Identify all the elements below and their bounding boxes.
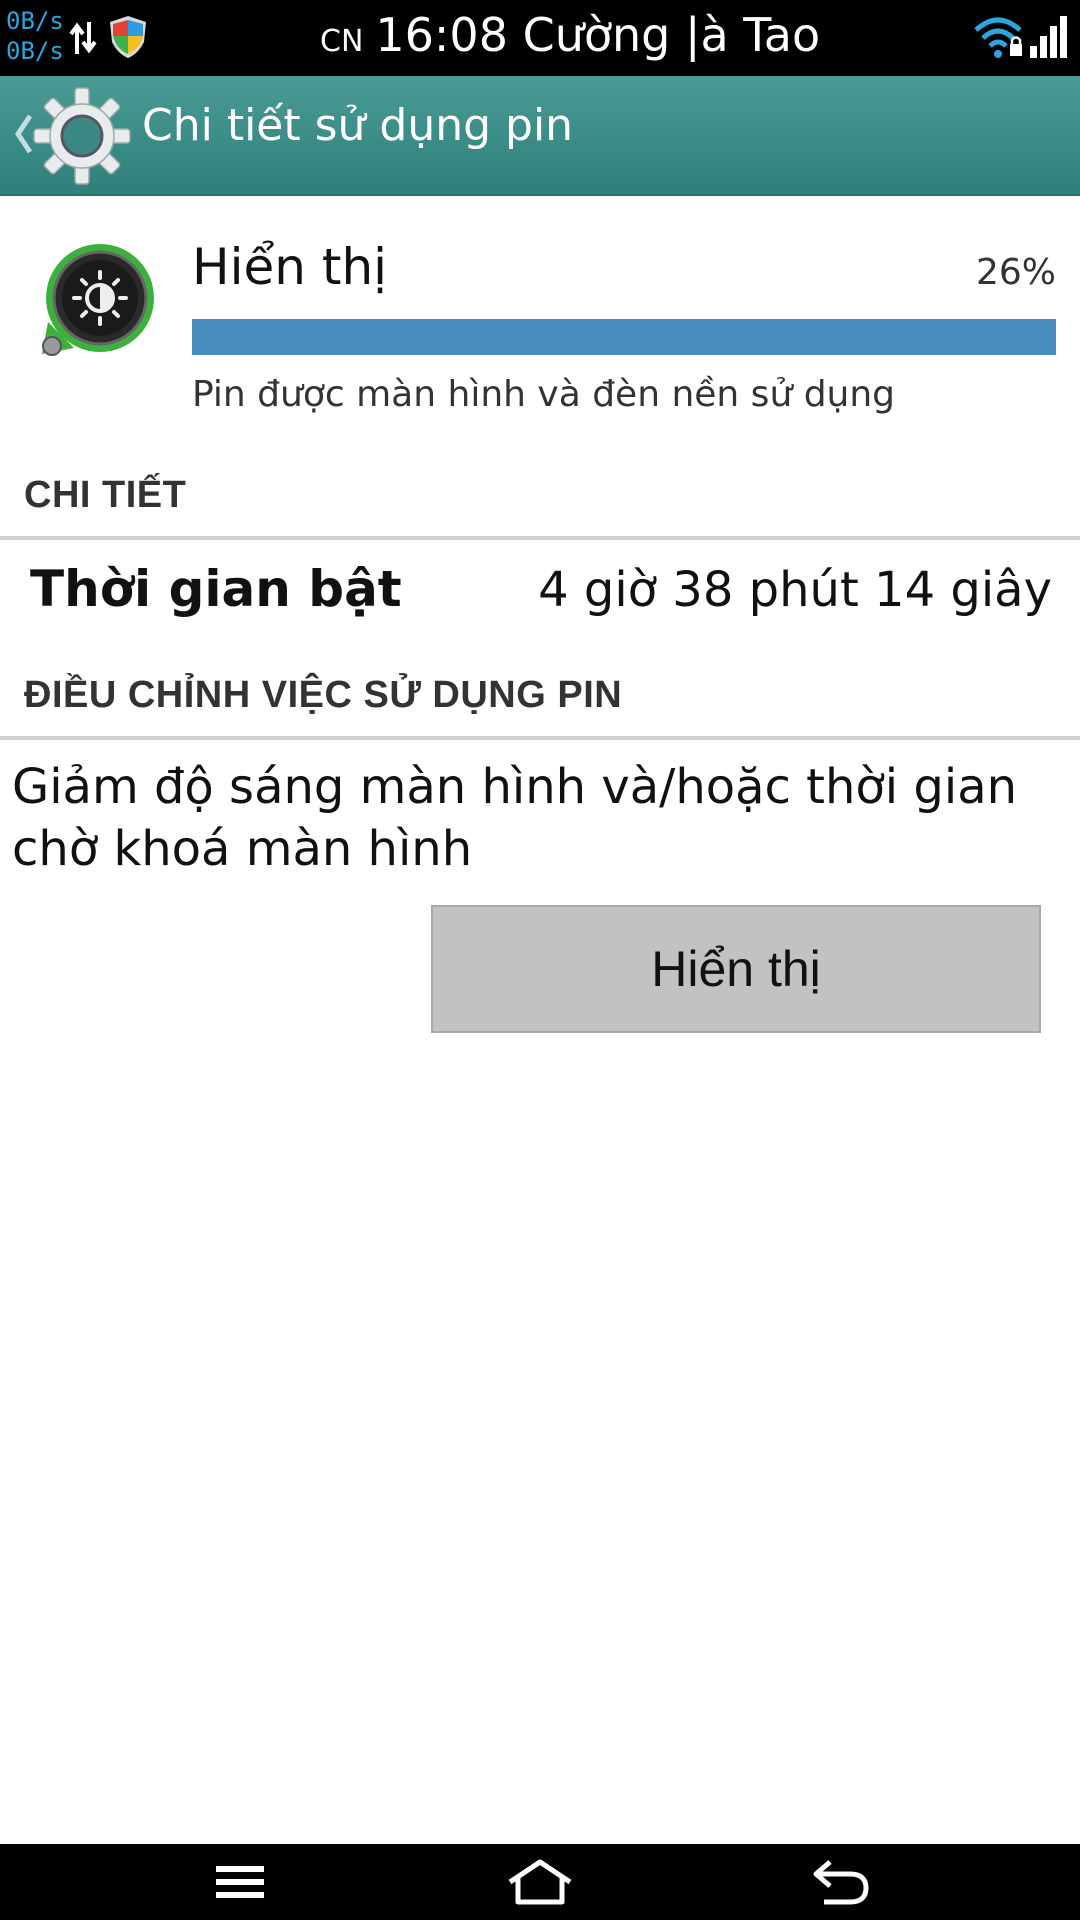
net-speed-down: 0B/s [6,37,64,65]
clock-time-carrier: 16:08 Cường |à Tao [375,8,821,62]
adjust-advice-text: Giảm độ sáng màn hình và/hoặc thời gian … [12,759,1018,877]
signal-icon [1030,16,1067,58]
usage-description: Pin được màn hình và đèn nền sử dụng [192,374,896,415]
home-icon[interactable] [506,1858,574,1906]
gear-icon[interactable] [32,86,132,186]
usage-percent: 26% [975,252,1056,293]
on-time-label: Thời gian bật [30,560,402,618]
usage-progress-fill [192,319,1056,355]
wifi-icon [974,17,1022,58]
navigation-bar [0,1844,1080,1920]
page-title: Chi tiết sử dụng pin [142,100,574,151]
back-icon[interactable] [810,1858,870,1906]
section-header-adjust: ĐIỀU CHỈNH VIỆC SỬ DỤNG PIN [24,674,623,716]
display-settings-button[interactable]: Hiển thị [431,905,1041,1033]
network-speed: 0B/s 0B/s [6,6,64,66]
divider [0,536,1080,540]
menu-icon[interactable] [214,1862,266,1902]
net-speed-up: 0B/s [6,7,64,35]
usage-item-name: Hiển thị [192,238,388,296]
on-time-value: 4 giờ 38 phút 14 giây [538,562,1052,618]
back-chevron-icon[interactable] [14,114,34,154]
clock: CN 16:08 Cường |à Tao [320,8,820,68]
usage-progress-bar [192,319,1056,355]
shield-icon [110,16,146,58]
divider [0,736,1080,740]
data-arrows-icon [69,22,97,54]
status-bar: 0B/s 0B/s CN 16:08 Cường |à Tao [0,0,1080,76]
action-bar: Chi tiết sử dụng pin [0,76,1080,196]
section-header-details: CHI TIẾT [24,474,187,516]
clock-day: CN [320,24,364,59]
display-brightness-icon [42,244,154,356]
